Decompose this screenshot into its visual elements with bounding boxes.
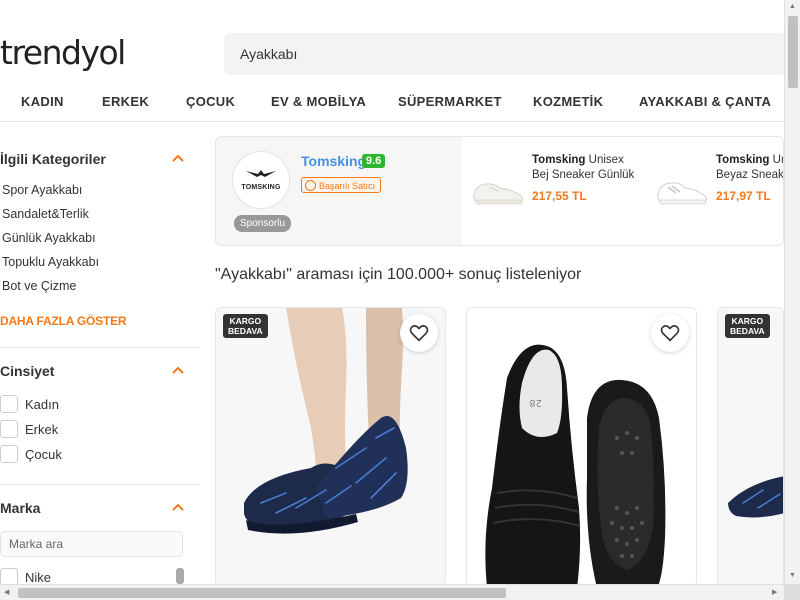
checkbox-label: Kadın xyxy=(25,396,59,412)
scroll-down-arrow-icon[interactable]: ▼ xyxy=(789,572,796,579)
scrollbar-thumb[interactable] xyxy=(18,588,506,598)
sneaker-image xyxy=(657,182,707,205)
search-input[interactable]: Ayakkabı xyxy=(224,33,786,75)
nav-item-ev-mobilya[interactable]: EV & MOBİLYA xyxy=(271,94,366,109)
store-logo-text: TOMSKING xyxy=(241,184,281,191)
nav-item-kadin[interactable]: KADIN xyxy=(21,94,64,109)
badge-line: BEDAVA xyxy=(228,326,263,336)
store-logo-emblem-icon xyxy=(246,169,276,182)
svg-text:28: 28 xyxy=(529,397,542,408)
horizontal-scrollbar[interactable]: ◀ ▶ xyxy=(0,584,784,600)
checkbox-label: Erkek xyxy=(25,421,59,437)
divider xyxy=(0,347,200,348)
category-item-gunluk-ayakkabi[interactable]: Günlük Ayakkabı xyxy=(2,231,96,245)
checkbox[interactable] xyxy=(0,395,18,413)
badge-line: KARGO xyxy=(731,316,764,326)
heart-icon xyxy=(409,325,429,342)
store-score-badge: 9.6 xyxy=(362,154,386,168)
banner-products: Tomsking Unisex Bej Sneaker Günlük 217,5… xyxy=(462,137,783,245)
medal-icon xyxy=(305,180,316,191)
banner-product-price: 217,97 TL xyxy=(716,189,771,203)
sponsored-store-banner[interactable]: TOMSKING Tomsking 9.6 Başarılı Satıcı Sp… xyxy=(215,136,784,246)
categories-filter-header[interactable]: İlgili Kategoriler xyxy=(0,151,184,167)
successful-seller-badge: Başarılı Satıcı xyxy=(301,177,382,193)
gender-option-cocuk[interactable]: Çocuk xyxy=(0,445,62,463)
category-item-bot-cizme[interactable]: Bot ve Çizme xyxy=(2,279,76,293)
favorite-button[interactable] xyxy=(400,314,438,352)
checkbox-label: Nike xyxy=(25,569,52,585)
nav-item-supermarket[interactable]: SÜPERMARKET xyxy=(398,94,502,109)
vertical-scrollbar[interactable]: ▲ ▼ xyxy=(784,0,800,584)
divider xyxy=(0,484,200,485)
scrollbar-thumb[interactable] xyxy=(788,16,798,88)
trendyol-logo[interactable]: trendyol xyxy=(0,33,126,72)
scroll-left-arrow-icon[interactable]: ◀ xyxy=(4,588,9,596)
categories-filter-title: İlgili Kategoriler xyxy=(0,151,106,167)
nav-item-cocuk[interactable]: ÇOCUK xyxy=(186,94,235,109)
banner-product-price: 217,55 TL xyxy=(532,189,587,203)
sneaker-image xyxy=(473,183,523,205)
banner-product-title[interactable]: Tomsking Unisex Bej Sneaker Günlük xyxy=(532,153,642,183)
search-results-count: "Ayakkabı" araması için 100.000+ sonuç l… xyxy=(215,266,582,283)
free-shipping-badge: KARGO BEDAVA xyxy=(725,314,770,338)
banner-product-card[interactable]: Tomsking Unisex Beyaz Sneaker 217,97 TL xyxy=(646,137,783,245)
category-item-topuklu-ayakkabi[interactable]: Topuklu Ayakkabı xyxy=(2,255,99,269)
banner-product-title[interactable]: Tomsking Unisex Beyaz Sneaker xyxy=(716,153,783,183)
chevron-up-icon[interactable] xyxy=(172,500,184,516)
nav-item-kozmetik[interactable]: KOZMETİK xyxy=(533,94,603,109)
badge-line: KARGO xyxy=(229,316,262,326)
scroll-up-arrow-icon[interactable]: ▲ xyxy=(789,3,796,10)
product-card[interactable]: KARGO BEDAVA xyxy=(215,307,446,587)
brand-search-input[interactable]: Marka ara xyxy=(0,531,183,557)
category-nav: KADIN ERKEK ÇOCUK EV & MOBİLYA SÜPERMARK… xyxy=(0,82,784,122)
brand-list-scrollbar[interactable] xyxy=(176,568,184,584)
scroll-right-arrow-icon[interactable]: ▶ xyxy=(772,588,777,596)
banner-product-brand: Tomsking xyxy=(532,154,586,166)
product-image xyxy=(718,308,783,586)
product-card[interactable]: 28 xyxy=(466,307,697,587)
chevron-up-icon[interactable] xyxy=(172,363,184,379)
filter-sidebar: İlgili Kategoriler Spor Ayakkabı Sandale… xyxy=(0,122,200,586)
checkbox[interactable] xyxy=(0,445,18,463)
show-more-categories-link[interactable]: DAHA FAZLA GÖSTER xyxy=(0,314,127,328)
heart-icon xyxy=(660,325,680,342)
sponsored-label: Sponsorlu xyxy=(234,215,292,232)
gender-filter-title: Cinsiyet xyxy=(0,363,55,379)
checkbox[interactable] xyxy=(0,420,18,438)
badge-line: BEDAVA xyxy=(730,326,765,336)
banner-product-card[interactable]: Tomsking Unisex Bej Sneaker Günlük 217,5… xyxy=(462,137,646,245)
brand-filter-title: Marka xyxy=(0,500,41,516)
free-shipping-badge: KARGO BEDAVA xyxy=(223,314,268,338)
gender-option-erkek[interactable]: Erkek xyxy=(0,420,58,438)
brand-filter-header[interactable]: Marka xyxy=(0,500,184,516)
scrollbar-corner xyxy=(784,584,800,600)
gender-option-kadin[interactable]: Kadın xyxy=(0,395,59,413)
gender-filter-header[interactable]: Cinsiyet xyxy=(0,363,184,379)
favorite-button[interactable] xyxy=(651,314,689,352)
checkbox-label: Çocuk xyxy=(25,446,62,462)
banner-product-brand: Tomsking xyxy=(716,154,770,166)
store-name-link[interactable]: Tomsking xyxy=(301,153,366,169)
store-logo[interactable]: TOMSKING xyxy=(232,151,290,209)
nav-item-erkek[interactable]: ERKEK xyxy=(102,94,149,109)
chevron-up-icon[interactable] xyxy=(172,151,184,167)
seller-badge-label: Başarılı Satıcı xyxy=(319,180,376,191)
category-item-spor-ayakkabi[interactable]: Spor Ayakkabı xyxy=(2,183,82,197)
nav-item-ayakkabi-canta[interactable]: AYAKKABI & ÇANTA xyxy=(639,94,771,109)
product-card[interactable]: KARGO BEDAVA xyxy=(717,307,784,587)
category-item-sandalet-terlik[interactable]: Sandalet&Terlik xyxy=(2,207,89,221)
